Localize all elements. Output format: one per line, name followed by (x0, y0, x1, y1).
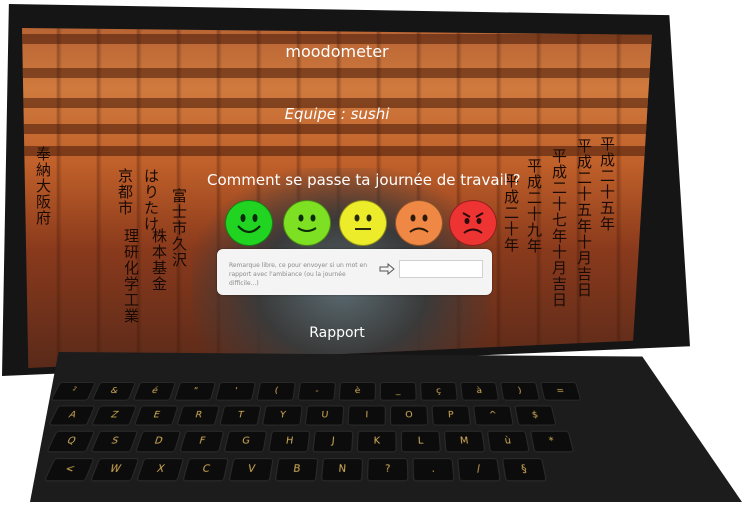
keyboard-key[interactable]: & (91, 382, 136, 401)
background-kanji: 平成二十九年 (527, 157, 543, 255)
background-kanji: 京都市 (118, 167, 134, 217)
keyboard-key[interactable]: ( (256, 382, 296, 401)
sad-button[interactable] (395, 200, 443, 246)
team-label: Equipe : sushi (284, 105, 390, 123)
comment-panel: Remarque libre, ce pour envoyer si un mo… (217, 249, 492, 295)
keyboard-key[interactable]: - (297, 382, 336, 401)
comment-input[interactable] (399, 260, 483, 278)
neutral-button[interactable] (339, 200, 387, 246)
keyboard-key[interactable]: X (136, 458, 185, 482)
keyboard-key[interactable]: U (304, 405, 345, 426)
keyboard-key[interactable]: $ (514, 405, 557, 426)
keyboard-key[interactable]: Y (261, 405, 303, 426)
keyboard: ² & é " '(- è _ ç à) = A Z E R T Y U I O P ^ $ Q S D F G H J K L Mù * < W X… (0, 382, 744, 513)
question-heading: Comment se passe ta journée de travail ? (207, 171, 521, 189)
happy-button[interactable] (283, 200, 331, 246)
keyboard-key[interactable]: L (400, 430, 442, 453)
angry-face-icon (462, 212, 484, 234)
background-kanji: 平成二十七年十月吉日 (552, 147, 568, 309)
keyboard-row: A Z E R T Y U I O P ^ $ (48, 405, 742, 426)
background-kanji: 平成二十五年 (600, 135, 616, 233)
background-kanji: 平成二十五年十月吉日 (577, 137, 593, 299)
keyboard-key[interactable]: O (390, 405, 429, 426)
keyboard-key[interactable]: Q (46, 430, 96, 453)
keyboard-key[interactable]: = (540, 382, 582, 401)
keyboard-row: < W X C V B N?. / § (43, 458, 744, 482)
keyboard-key[interactable]: * (529, 430, 575, 453)
angry-button[interactable] (449, 200, 497, 246)
smile-face-icon (297, 214, 317, 232)
neutral-face-icon (354, 214, 372, 230)
background-kanji: 株本基金 (152, 227, 168, 293)
keyboard-key[interactable]: . (412, 458, 455, 482)
keyboard-key[interactable]: " (173, 382, 216, 401)
keyboard-key[interactable]: G (223, 430, 268, 453)
torii-beam (22, 124, 652, 134)
keyboard-key[interactable]: ? (366, 458, 409, 482)
keyboard-key[interactable]: ) (500, 382, 541, 401)
keyboard-key[interactable]: P (431, 405, 472, 426)
keyboard-key[interactable]: I (347, 405, 386, 426)
big-smile-face-icon (237, 214, 261, 234)
background-kanji: はりたけ (144, 167, 160, 233)
keyboard-key[interactable]: R (176, 405, 221, 426)
keyboard-key[interactable]: V (228, 458, 274, 482)
keyboard-key[interactable]: C (182, 458, 229, 482)
keyboard-key[interactable]: H (267, 430, 311, 453)
keyboard-key[interactable]: A (48, 405, 96, 426)
keyboard-key[interactable]: § (501, 458, 548, 482)
keyboard-key[interactable]: Z (91, 405, 138, 426)
keyboard-key[interactable]: à (460, 382, 500, 401)
keyboard-key[interactable]: _ (379, 382, 417, 401)
keyboard-key[interactable]: ' (215, 382, 256, 401)
keyboard-key[interactable]: M (443, 430, 486, 453)
laptop-screen: 奉納大阪府 京都市 はりたけ 理研化学工業 株本基金 富士市久沢 平成二十五年十… (22, 28, 652, 368)
report-link[interactable]: Rapport (22, 325, 652, 341)
keyboard-key[interactable]: K (356, 430, 397, 453)
keyboard-row: Q S D F G H J K L Mù * (46, 430, 744, 453)
keyboard-key[interactable]: D (134, 430, 182, 453)
keyboard-key[interactable]: < (43, 458, 95, 482)
torii-beam (22, 68, 652, 78)
keyboard-key[interactable]: è (338, 382, 376, 401)
keyboard-row: ² & é " '(- è _ ç à) = (50, 382, 729, 401)
background-kanji: 奉納大阪府 (36, 145, 52, 227)
keyboard-key[interactable]: W (89, 458, 140, 482)
keyboard-key[interactable]: E (133, 405, 179, 426)
keyboard-key[interactable]: S (90, 430, 139, 453)
keyboard-key[interactable]: B (274, 458, 319, 482)
keyboard-key[interactable]: ^ (472, 405, 514, 426)
send-arrow-icon[interactable] (379, 263, 395, 275)
keyboard-key[interactable]: J (312, 430, 354, 453)
background-kanji: 富士市久沢 (172, 187, 188, 269)
keyboard-key[interactable]: F (179, 430, 225, 453)
keyboard-key[interactable]: / (457, 458, 501, 482)
app-title: moodometer (285, 42, 389, 61)
keyboard-key[interactable]: ù (486, 430, 530, 453)
keyboard-key[interactable]: ² (50, 382, 96, 401)
comment-hint-text: Remarque libre, ce pour envoyer si un mo… (229, 262, 368, 287)
keyboard-key[interactable]: T (219, 405, 262, 426)
keyboard-key[interactable]: N (320, 458, 364, 482)
keyboard-key[interactable]: ç (420, 382, 458, 401)
sad-face-icon (409, 214, 429, 233)
background-kanji: 理研化学工業 (124, 227, 140, 325)
keyboard-key[interactable]: é (132, 382, 176, 401)
very-happy-button[interactable] (225, 200, 273, 246)
